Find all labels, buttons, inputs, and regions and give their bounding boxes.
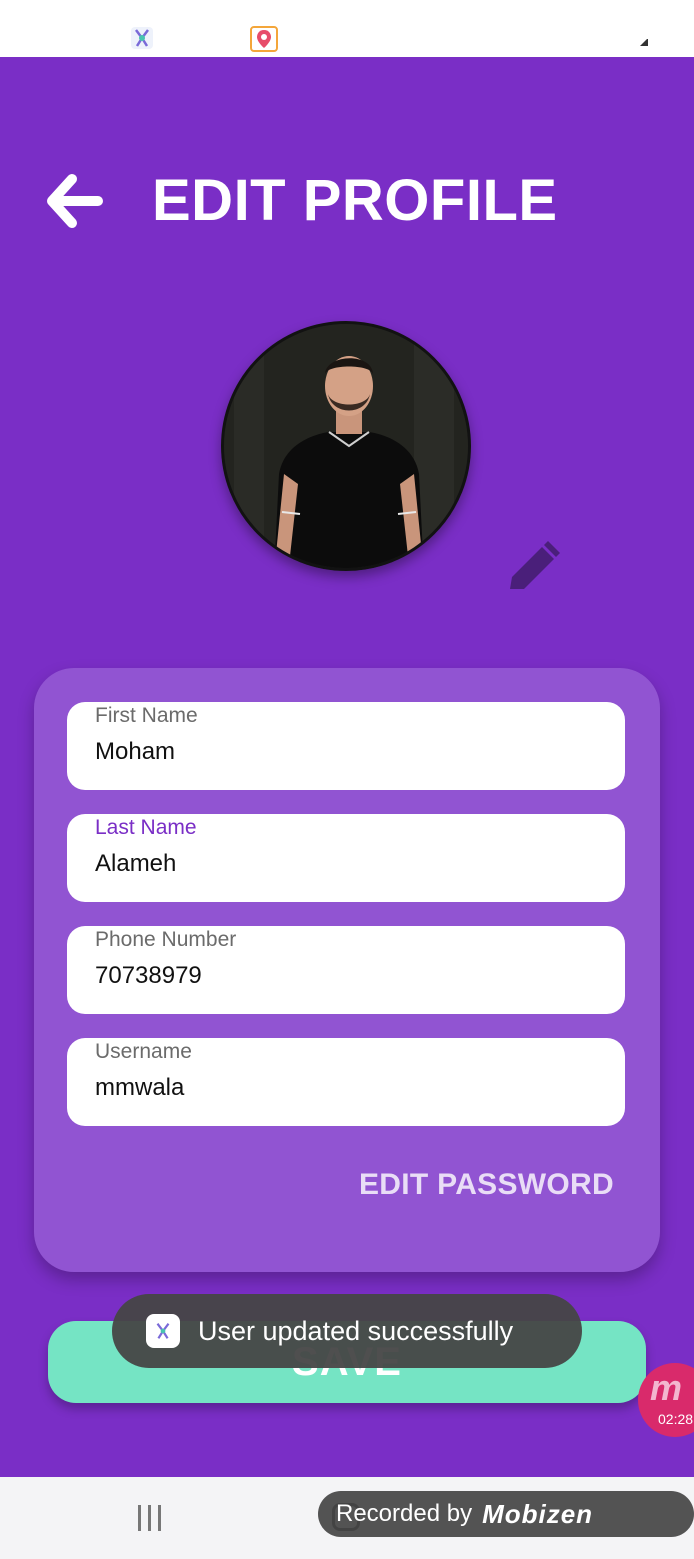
profile-form-card: First Name Last Name Phone Number Userna… (34, 668, 660, 1272)
recents-icon[interactable] (136, 1505, 164, 1531)
app-notification-icon (131, 27, 153, 49)
edit-pencil-icon[interactable] (504, 539, 562, 597)
back-arrow-icon[interactable] (44, 173, 104, 229)
recorder-logo-icon: m (650, 1367, 683, 1408)
phone-number-input[interactable] (95, 962, 595, 990)
status-bar (0, 0, 694, 57)
toast-message: User updated successfully (112, 1294, 582, 1368)
last-name-input[interactable] (95, 850, 595, 878)
recorder-timer: 02:28 (658, 1411, 694, 1427)
profile-avatar (221, 321, 471, 571)
username-field[interactable]: Username (67, 1038, 625, 1126)
username-label: Username (95, 1040, 192, 1063)
first-name-input[interactable] (95, 738, 595, 766)
edit-profile-screen: EDIT PROFILE First Name Last Name (0, 57, 694, 1477)
toast-text: User updated successfully (198, 1315, 514, 1346)
last-name-field[interactable]: Last Name (67, 814, 625, 902)
username-input[interactable] (95, 1074, 595, 1102)
watermark-prefix: Recorded by (336, 1500, 473, 1527)
edit-password-button[interactable]: EDIT PASSWORD (359, 1168, 614, 1202)
app-logo-icon (146, 1314, 180, 1348)
first-name-label: First Name (95, 704, 198, 727)
last-name-label: Last Name (95, 816, 197, 839)
signal-icon (640, 38, 648, 46)
location-app-icon (250, 26, 278, 52)
page-title: EDIT PROFILE (152, 168, 558, 233)
first-name-field[interactable]: First Name (67, 702, 625, 790)
watermark-brand: Mobizen (482, 1498, 594, 1529)
screen-recorder-bubble[interactable]: m 02:28 (638, 1363, 694, 1437)
recorder-watermark: Recorded by Mobizen (318, 1491, 694, 1537)
phone-number-field[interactable]: Phone Number (67, 926, 625, 1014)
phone-number-label: Phone Number (95, 928, 237, 951)
